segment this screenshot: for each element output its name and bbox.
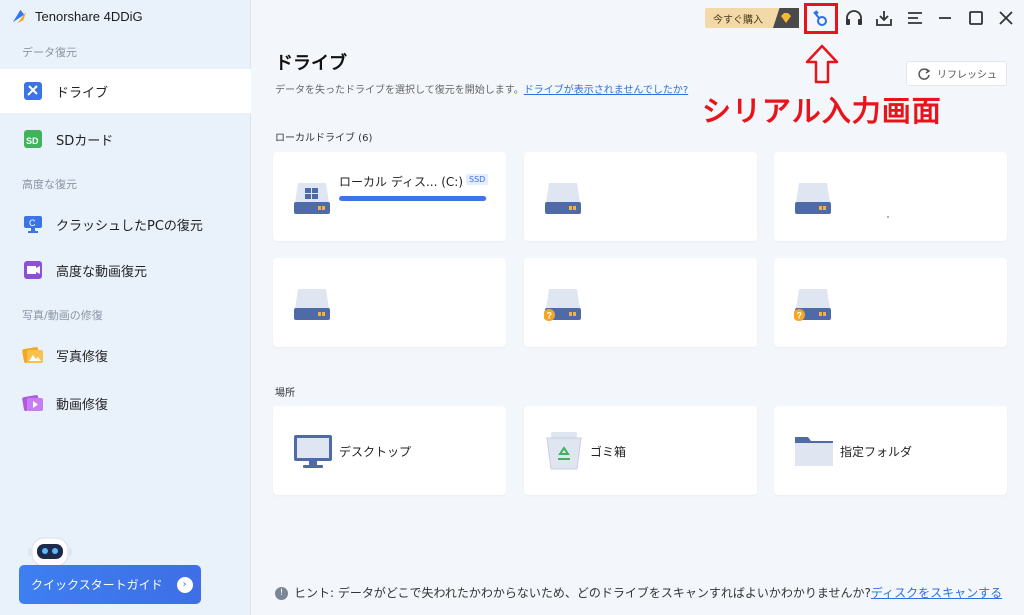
download-icon[interactable]: [873, 7, 895, 29]
page-subtitle: データを失ったドライブを選択して復元を開始します。ドライブが表示されませんでした…: [275, 81, 688, 96]
sidebar-item-video-repair[interactable]: 動画修復: [0, 381, 251, 425]
sidebar-item-drive[interactable]: ドライブ: [0, 69, 251, 113]
hard-drive-unknown-icon: ?: [544, 289, 581, 321]
annotation-up-arrow-icon: [805, 44, 839, 84]
drive-card-3[interactable]: [774, 152, 1007, 241]
subtitle-text: データを失ったドライブを選択して復元を開始します。: [275, 85, 524, 96]
video-repair-icon: [22, 392, 44, 414]
sidebar-item-label: クラッシュしたPCの復元: [56, 218, 203, 234]
refresh-icon: [918, 67, 931, 80]
location-card-recycle-bin[interactable]: ゴミ箱: [524, 406, 757, 495]
refresh-label: リフレッシュ: [937, 70, 997, 81]
drive-card-6[interactable]: ?: [774, 258, 1007, 347]
location-card-desktop[interactable]: デスクトップ: [273, 406, 506, 495]
hard-drive-windows-icon: [294, 183, 330, 214]
app-title: Tenorshare 4DDiG: [35, 9, 143, 24]
drive-usage-bar: [339, 196, 487, 201]
quick-start-guide-button[interactable]: クイックスタートガイド ›: [19, 565, 201, 604]
page-title: ドライブ: [275, 53, 347, 74]
photo-repair-icon: [22, 344, 44, 366]
sidebar-item-label: ドライブ: [56, 85, 109, 101]
drive-name: ローカル ディス... (C:): [339, 175, 464, 189]
drive-not-shown-link[interactable]: ドライブが表示されませんでしたか?: [524, 85, 689, 96]
sidebar: Tenorshare 4DDiG データ復元 ドライブ SD SDカード 高度な…: [0, 0, 251, 615]
svg-text:SD: SD: [26, 136, 39, 146]
app-logo-row: Tenorshare 4DDiG: [10, 7, 143, 26]
maximize-icon[interactable]: [965, 7, 987, 29]
headset-icon[interactable]: [843, 7, 865, 29]
buy-now-label: 今すぐ購入: [713, 14, 763, 26]
sidebar-item-advanced-video[interactable]: 高度な動画復元: [0, 248, 251, 292]
hint-text-wrap: ヒント: データがどこで失われたかわからないため、どのドライブをスキャンすればよ…: [294, 585, 1002, 602]
hard-drive-icon: [545, 183, 581, 214]
sidebar-item-sd-card[interactable]: SD SDカード: [0, 117, 251, 161]
sidebar-item-crashed-pc[interactable]: C クラッシュしたPCの復元: [0, 202, 251, 246]
sidebar-item-label: SDカード: [56, 133, 114, 149]
warning-mark: ?: [797, 311, 803, 321]
info-icon: !: [275, 587, 288, 600]
sidebar-item-label: 写真修復: [56, 349, 109, 365]
local-drives-label: ローカルドライブ (6): [275, 133, 373, 144]
drive-tools-icon: [22, 80, 44, 102]
refresh-button[interactable]: リフレッシュ: [906, 61, 1007, 86]
crashed-pc-icon: C: [22, 213, 44, 235]
sd-card-icon: SD: [22, 128, 44, 150]
drive-card-2[interactable]: [524, 152, 757, 241]
drive-card-4[interactable]: [273, 258, 506, 347]
hint-text: ヒント: データがどこで失われたかわからないため、どのドライブをスキャンすればよ…: [294, 586, 871, 600]
menu-icon[interactable]: [904, 7, 926, 29]
locations-label: 場所: [275, 388, 295, 399]
minimize-icon[interactable]: [934, 7, 956, 29]
close-icon[interactable]: [995, 7, 1017, 29]
guide-button-label: クイックスタートガイド: [31, 578, 163, 592]
video-recovery-icon: [22, 259, 44, 281]
stray-dot: [887, 216, 889, 218]
drive-usage-fill: [339, 196, 486, 201]
desktop-icon: [294, 435, 332, 468]
folder-icon: [795, 437, 833, 466]
hard-drive-icon: [294, 289, 330, 320]
location-name: 指定フォルダ: [840, 445, 913, 459]
key-highlight-box: [804, 3, 838, 34]
buy-now-button[interactable]: 今すぐ購入: [705, 8, 799, 28]
location-name: ゴミ箱: [590, 445, 627, 459]
section-label-photo-video-repair: 写真/動画の修復: [22, 309, 103, 322]
sidebar-item-label: 高度な動画復元: [56, 264, 148, 280]
hint-bar: ! ヒント: データがどこで失われたかわからないため、どのドライブをスキャンすれ…: [275, 585, 1015, 602]
drive-card-c[interactable]: ローカル ディス... (C:) SSD: [273, 152, 506, 241]
svg-text:C: C: [29, 218, 36, 228]
recycle-bin-icon: [546, 432, 582, 470]
sidebar-item-label: 動画修復: [56, 397, 109, 413]
diamond-icon: [773, 8, 799, 28]
section-label-advanced-recovery: 高度な復元: [22, 178, 77, 191]
hard-drive-unknown-icon: ?: [794, 289, 831, 321]
sidebar-item-photo-repair[interactable]: 写真修復: [0, 333, 251, 377]
annotation-label: シリアル入力画面: [702, 94, 942, 128]
app-logo-icon: [12, 9, 27, 24]
hard-drive-icon: [795, 183, 831, 214]
scan-disk-link[interactable]: ディスクをスキャンする: [871, 586, 1002, 600]
chevron-right-icon: ›: [176, 576, 193, 593]
drive-card-5[interactable]: ?: [524, 258, 757, 347]
location-card-folder[interactable]: 指定フォルダ: [774, 406, 1007, 495]
location-name: デスクトップ: [339, 445, 412, 459]
warning-mark: ?: [547, 311, 553, 321]
section-label-data-recovery: データ復元: [22, 46, 77, 59]
ssd-badge: SSD: [466, 174, 489, 185]
